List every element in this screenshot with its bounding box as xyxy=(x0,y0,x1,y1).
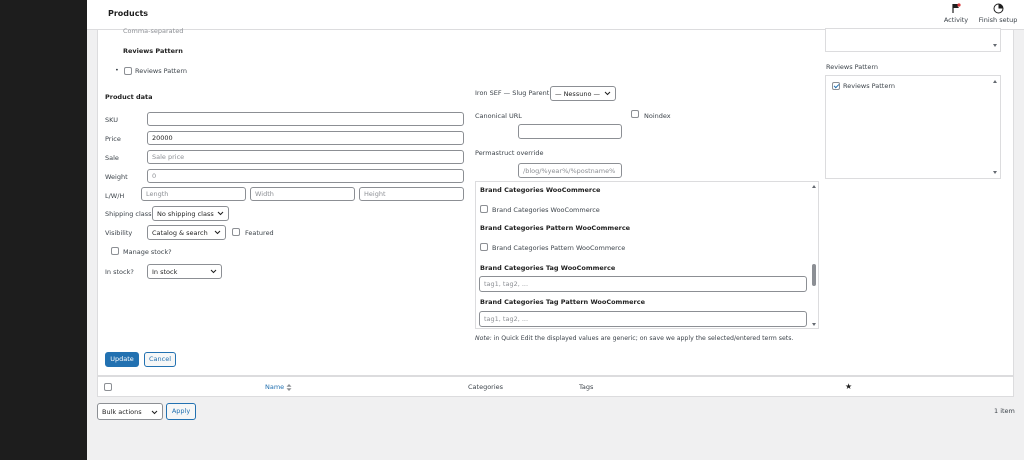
scroll-down-arrow[interactable] xyxy=(993,171,997,174)
brand-categories-pattern-checkbox[interactable] xyxy=(480,243,488,251)
progress-circle-icon xyxy=(993,3,1003,14)
reviews-pattern-heading: Reviews Pattern xyxy=(123,47,183,55)
manage-stock-label: Manage stock? xyxy=(123,248,172,256)
note-text: in Quick Edit the displayed values are g… xyxy=(491,335,794,342)
select-all-checkbox[interactable] xyxy=(104,383,112,391)
permastruct-input[interactable] xyxy=(518,163,622,178)
weight-input[interactable] xyxy=(147,169,464,183)
bullet: • xyxy=(115,66,119,74)
flag-icon xyxy=(952,3,961,13)
update-button[interactable]: Update xyxy=(105,352,139,367)
in-stock-value: In stock xyxy=(152,268,178,276)
product-data-heading: Product data xyxy=(105,93,153,101)
brand-categories-pattern-heading: Brand Categories Pattern WooCommerce xyxy=(480,224,631,232)
comma-separated-hint: Comma-separated xyxy=(123,27,184,35)
chevron-down-icon xyxy=(214,230,221,235)
shipping-class-select[interactable]: No shipping class xyxy=(152,206,229,221)
chevron-down-icon xyxy=(217,211,224,216)
column-categories-header: Categories xyxy=(468,383,504,391)
activity-button[interactable]: Activity xyxy=(934,3,978,24)
chevron-down-icon xyxy=(151,410,158,415)
cancel-button[interactable]: Cancel xyxy=(144,352,176,367)
quick-edit-panel: Comma-separated Reviews Pattern • Review… xyxy=(97,27,1014,376)
visibility-label: Visibility xyxy=(105,229,133,237)
right-reviews-pattern-heading: Reviews Pattern xyxy=(826,63,879,71)
quick-edit-note: Note: in Quick Edit the displayed values… xyxy=(475,335,793,342)
brand-categories-checkbox-label: Brand Categories WooCommerce xyxy=(492,206,600,214)
brand-tag-pattern-heading: Brand Categories Tag Pattern WooCommerce xyxy=(480,298,645,306)
sale-price-input[interactable] xyxy=(147,150,464,164)
slug-parent-select[interactable]: — Nessuno — xyxy=(550,86,616,101)
right-reviews-pattern-checkbox[interactable] xyxy=(832,82,840,90)
chevron-down-icon xyxy=(210,269,217,274)
table-header-row: Name Categories Tags ★ xyxy=(97,376,1014,397)
price-label: Price xyxy=(105,135,121,143)
shipping-class-label: Shipping class xyxy=(105,210,152,218)
apply-button[interactable]: Apply xyxy=(166,403,196,420)
bulk-actions-select[interactable]: Bulk actions xyxy=(97,403,163,420)
bulk-actions-value: Bulk actions xyxy=(102,408,142,416)
length-input[interactable] xyxy=(141,187,246,201)
featured-checkbox[interactable] xyxy=(232,228,240,236)
admin-sidebar xyxy=(0,0,87,460)
width-input[interactable] xyxy=(250,187,355,201)
scrollbar-thumb[interactable] xyxy=(812,264,816,286)
activity-label: Activity xyxy=(943,16,969,24)
permastruct-label: Permastruct override xyxy=(475,149,544,157)
shipping-class-value: No shipping class xyxy=(157,210,214,218)
finish-setup-button[interactable]: Finish setup xyxy=(976,3,1020,24)
chevron-down-icon xyxy=(604,91,611,96)
canonical-url-label: Canonical URL xyxy=(475,112,522,120)
reviews-pattern-checkbox[interactable] xyxy=(124,67,132,75)
height-input[interactable] xyxy=(359,187,464,201)
visibility-value: Catalog & search xyxy=(152,229,208,237)
top-header: Products Activity Finish setup xyxy=(87,0,1024,30)
column-name-label: Name xyxy=(265,383,285,391)
brand-categories-pattern-checkbox-label: Brand Categories Pattern WooCommerce xyxy=(492,244,626,252)
noindex-checkbox[interactable] xyxy=(631,110,639,118)
scroll-down-arrow[interactable] xyxy=(993,44,997,47)
finish-setup-label: Finish setup xyxy=(978,16,1018,24)
manage-stock-checkbox[interactable] xyxy=(111,247,119,255)
note-prefix: Note: xyxy=(475,335,492,342)
sort-icon xyxy=(286,383,292,391)
brand-tag-pattern-input[interactable] xyxy=(479,311,807,327)
item-count: 1 item xyxy=(994,407,1015,415)
sku-label: SKU xyxy=(105,116,118,124)
in-stock-select[interactable]: In stock xyxy=(147,264,222,279)
brand-categories-checkbox[interactable] xyxy=(480,205,488,213)
scroll-up-arrow[interactable] xyxy=(812,185,816,188)
right-reviews-pattern-checkbox-label: Reviews Pattern xyxy=(843,82,896,90)
featured-label: Featured xyxy=(245,229,274,237)
weight-label: Weight xyxy=(105,173,128,181)
noindex-label: Noindex xyxy=(644,112,671,120)
page-title: Products xyxy=(108,9,149,18)
sale-label: Sale xyxy=(105,154,119,162)
reviews-pattern-checkbox-label: Reviews Pattern xyxy=(135,67,188,75)
brand-tag-input[interactable] xyxy=(479,276,807,292)
brand-categories-heading: Brand Categories WooCommerce xyxy=(480,186,601,194)
price-input[interactable] xyxy=(147,131,464,145)
column-name-header[interactable]: Name xyxy=(265,383,292,391)
column-tags-header: Tags xyxy=(579,383,594,391)
featured-star-icon[interactable]: ★ xyxy=(845,382,852,391)
canonical-url-input[interactable] xyxy=(518,124,622,139)
in-stock-label: In stock? xyxy=(105,268,134,276)
sku-input[interactable] xyxy=(147,112,464,126)
right-reviews-pattern-panel[interactable]: Reviews Pattern xyxy=(825,75,1001,179)
lwh-label: L/W/H xyxy=(105,192,125,200)
scroll-down-arrow[interactable] xyxy=(812,323,816,326)
right-top-panel[interactable] xyxy=(825,28,1001,52)
slug-parent-value: — Nessuno — xyxy=(555,90,600,98)
scroll-up-arrow[interactable] xyxy=(993,80,997,83)
visibility-select[interactable]: Catalog & search xyxy=(147,225,226,240)
slug-parent-label: Iron SEF — Slug Parent xyxy=(475,89,550,97)
brand-tag-heading: Brand Categories Tag WooCommerce xyxy=(480,264,616,272)
taxonomy-scroll-panel[interactable]: Brand Categories WooCommerce Brand Categ… xyxy=(475,181,819,329)
